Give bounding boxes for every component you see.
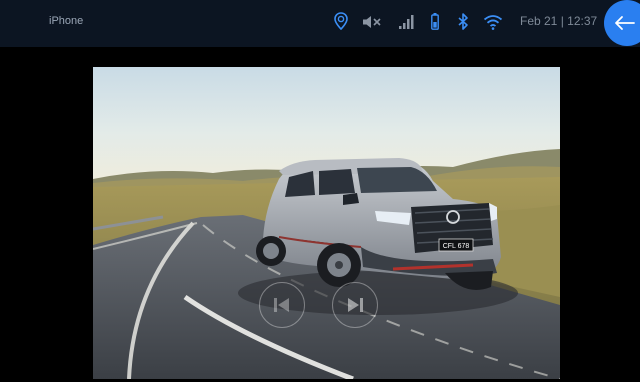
mute-icon xyxy=(363,16,381,28)
back-arrow-icon xyxy=(615,16,635,30)
previous-track-button[interactable] xyxy=(259,282,305,328)
photo-viewer[interactable]: CFL 678 xyxy=(93,67,560,379)
license-plate-text: CFL 678 xyxy=(443,243,470,250)
battery-icon xyxy=(431,13,439,30)
bluetooth-icon xyxy=(458,13,468,30)
status-icons xyxy=(330,0,510,47)
signal-icon xyxy=(399,15,414,29)
location-icon xyxy=(334,12,348,30)
status-bar: iPhone Feb 21 | 12:37 xyxy=(0,0,640,47)
back-button[interactable] xyxy=(604,0,640,46)
play-pause-icon xyxy=(348,298,363,312)
previous-track-icon xyxy=(274,298,289,312)
wifi-icon xyxy=(483,15,503,30)
datetime-label: Feb 21 | 12:37 xyxy=(520,14,598,28)
device-name: iPhone xyxy=(49,15,84,27)
play-pause-button[interactable] xyxy=(332,282,378,328)
suv-on-road-photo: CFL 678 xyxy=(93,67,560,379)
